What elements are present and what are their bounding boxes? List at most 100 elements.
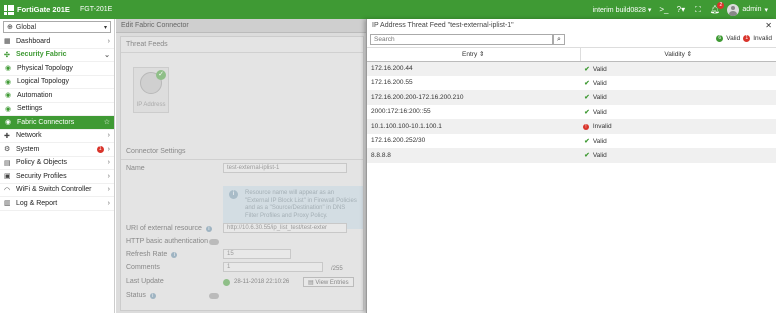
name-field[interactable]: test-external-iplist-1	[223, 163, 347, 173]
column-header-entry[interactable]: Entry ⇕	[367, 48, 581, 62]
refresh-rate-label: Refresh Rate i	[126, 251, 178, 258]
validity-label: Valid	[592, 108, 607, 116]
table-row[interactable]: 8.8.8.8 ✔ Valid	[367, 148, 776, 163]
validity-cell: ✔ Valid	[580, 134, 776, 149]
threat-feed-entries-panel: IP Address Threat Feed "test-external-ip…	[366, 19, 776, 313]
sidebar-item-wifi-switch[interactable]: ◠ WiFi & Switch Controller ›	[0, 184, 114, 197]
chevron-down-icon: ▾	[647, 6, 652, 14]
cli-console-icon[interactable]: >_	[659, 5, 668, 14]
info-icon[interactable]: i	[171, 252, 178, 258]
comments-field[interactable]: 1	[223, 262, 323, 272]
table-row[interactable]: 172.16.200.200-172.16.200.210 ✔ Valid	[367, 90, 776, 105]
table-row[interactable]: 2000:172:16:200::55 ✔ Valid	[367, 105, 776, 120]
security-fabric-icon: ✣	[4, 51, 10, 59]
table-row[interactable]: 172.16.200.44 ✔ Valid	[367, 61, 776, 76]
sidebar-item-physical-topology[interactable]: ◉ Physical Topology	[0, 62, 114, 76]
sidebar-item-system[interactable]: ⚙ System 1 ›	[0, 143, 114, 157]
uri-label-text: URI of external resource	[126, 225, 202, 232]
sidebar-item-automation[interactable]: ◉ Automation	[0, 89, 114, 103]
vdom-label: Global	[15, 23, 37, 31]
error-icon: !	[583, 123, 589, 130]
panel-title: IP Address Threat Feed "test-external-ip…	[367, 19, 776, 32]
network-icon: ✚	[4, 132, 10, 140]
panel-toolbar: ⌕ 6 Valid 1 Invalid	[367, 32, 776, 48]
status-label: Status i	[126, 292, 156, 299]
sidebar-item-fabric-connectors[interactable]: ◉ Fabric Connectors ☆	[0, 116, 114, 130]
validity-summary: 6 Valid 1 Invalid	[716, 35, 772, 42]
sidebar-item-log-report[interactable]: ▥ Log & Report ›	[0, 197, 114, 211]
validity-label: Valid	[592, 152, 607, 160]
info-icon[interactable]: i	[149, 293, 156, 299]
status-toggle[interactable]	[209, 293, 219, 299]
product-logo[interactable]: FortiGate 201E	[0, 4, 78, 15]
http-auth-toggle[interactable]	[209, 239, 219, 245]
threat-feeds-heading: Threat Feeds	[121, 37, 363, 53]
automation-icon: ◉	[5, 92, 12, 100]
divider	[121, 159, 363, 160]
notifications-icon[interactable]: 🔔︎ 2	[710, 2, 725, 14]
star-icon[interactable]: ☆	[104, 118, 110, 126]
user-menu[interactable]: admin ▾	[727, 3, 768, 16]
validity-cell: ✔ Valid	[580, 148, 776, 163]
build-menu[interactable]: interim build0828 ▾	[593, 6, 652, 14]
table-row[interactable]: 10.1.100.100-10.1.100.1 ! Invalid	[367, 119, 776, 134]
check-icon: ✔	[584, 108, 590, 116]
sidebar-item-label: Security Profiles	[16, 172, 67, 180]
sidebar-item-label: WiFi & Switch Controller	[16, 186, 92, 194]
entry-cell: 172.16.200.55	[371, 79, 413, 87]
uri-field[interactable]: http://10.6.30.55/ip_list_test/test-exte…	[223, 223, 347, 233]
sidebar-item-logical-topology[interactable]: ◉ Logical Topology	[0, 76, 114, 89]
validity-cell: ✔ Valid	[580, 76, 776, 91]
top-bar: FortiGate 201E FGT-201E interim build082…	[0, 0, 776, 19]
sidebar-item-network[interactable]: ✚ Network ›	[0, 130, 114, 143]
status-label-text: Status	[126, 292, 146, 299]
fortinet-logo-icon	[4, 4, 14, 15]
info-icon[interactable]: i	[205, 226, 212, 232]
sidebar-item-label: System	[16, 145, 40, 153]
sidebar-item-label: Automation	[17, 91, 53, 99]
policy-icon: ▤	[4, 159, 11, 167]
gear-icon: ⚙	[4, 146, 11, 154]
close-icon[interactable]: ✕	[765, 21, 772, 30]
refresh-rate-field[interactable]: 15	[223, 249, 291, 259]
topology-icon: ◉	[5, 65, 12, 73]
page-title: Edit Fabric Connector	[116, 19, 366, 33]
entry-cell: 2000:172:16:200::55	[371, 108, 431, 116]
validity-cell: ! Invalid	[580, 119, 776, 134]
system-alert-badge: 1	[96, 145, 104, 153]
fullscreen-icon[interactable]: ⛶	[693, 5, 702, 14]
table-row[interactable]: 172.16.200.55 ✔ Valid	[367, 76, 776, 91]
view-entries-button[interactable]: ▤ View Entries	[303, 277, 354, 287]
name-label: Name	[126, 165, 145, 172]
sidebar-item-settings[interactable]: ◉ Settings	[0, 103, 114, 116]
validity-cell: ✔ Valid	[580, 105, 776, 120]
search-input[interactable]	[370, 34, 553, 45]
chevron-down-icon: ▾	[764, 6, 768, 14]
help-icon[interactable]: ?▾	[676, 5, 685, 14]
chart-icon: ▥	[4, 200, 11, 208]
sidebar-item-label: Physical Topology	[17, 64, 73, 72]
table-row[interactable]: 172.16.200.252/30 ✔ Valid	[367, 134, 776, 149]
hostname: FGT-201E	[80, 6, 113, 13]
vdom-selector[interactable]: ⊕ Global ▾	[3, 21, 111, 33]
sidebar-item-security-profiles[interactable]: ▣ Security Profiles ›	[0, 170, 114, 184]
entry-cell: 8.8.8.8	[371, 151, 391, 159]
chevron-right-icon: ›	[107, 186, 110, 194]
comments-label: Comments	[126, 264, 160, 271]
http-auth-label: HTTP basic authentication	[126, 238, 208, 245]
wifi-icon: ◠	[4, 186, 11, 194]
sidebar-item-label: Policy & Objects	[16, 159, 67, 167]
connector-icon: ◉	[5, 119, 12, 127]
check-icon: ✔	[584, 152, 590, 160]
sidebar-item-security-fabric[interactable]: ✣ Security Fabric ⌄	[0, 49, 114, 62]
sort-icon: ⇕	[686, 51, 693, 59]
column-header-validity[interactable]: Validity ⇕	[580, 48, 776, 62]
check-icon: ✔	[584, 94, 590, 102]
sidebar-item-label: Fabric Connectors	[17, 118, 75, 126]
sidebar-item-dashboard[interactable]: ▦ Dashboard ›	[0, 35, 114, 49]
sidebar-item-policy-objects[interactable]: ▤ Policy & Objects ›	[0, 157, 114, 170]
entry-cell: 10.1.100.100-10.1.100.1	[371, 122, 442, 130]
build-label: interim build0828	[592, 6, 646, 14]
search-icon[interactable]: ⌕	[553, 34, 565, 45]
lock-icon: ▣	[4, 173, 11, 181]
